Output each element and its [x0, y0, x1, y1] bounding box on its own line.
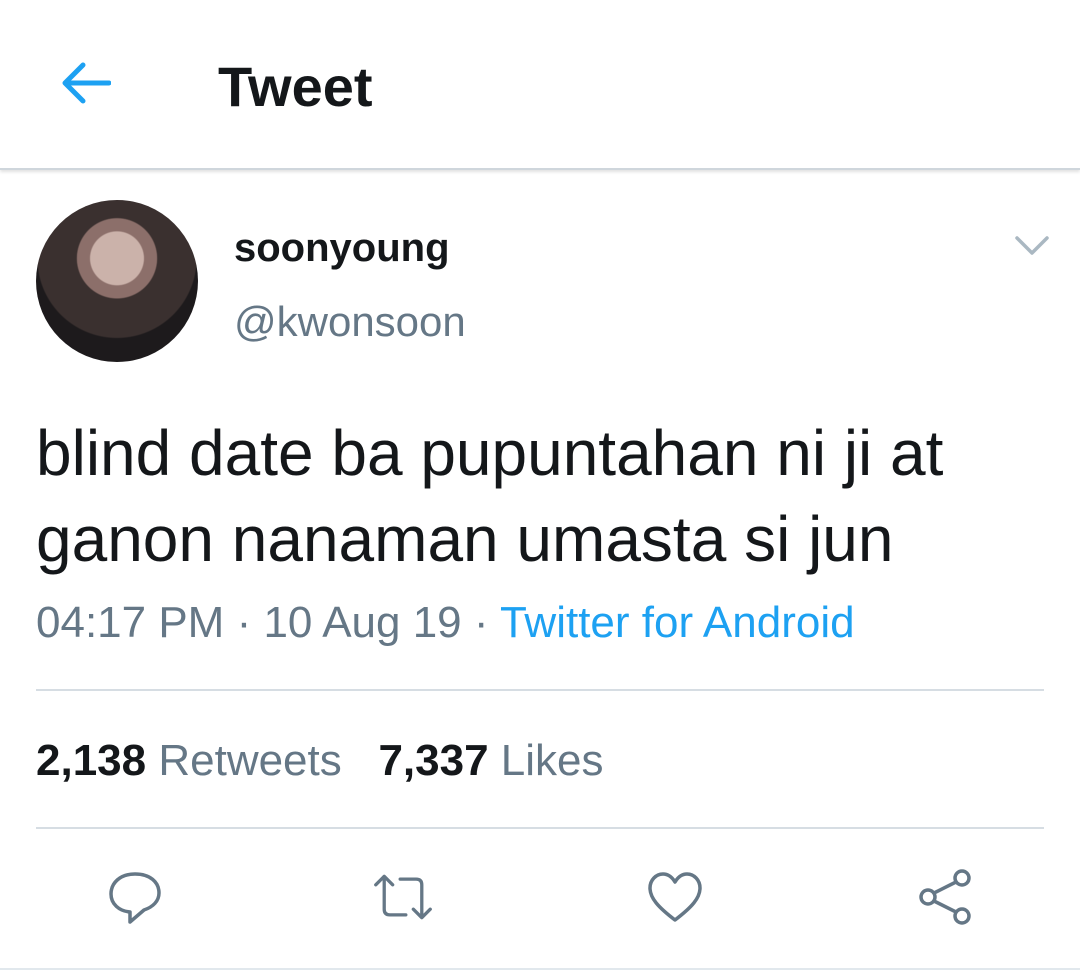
- likes-label: Likes: [500, 736, 604, 785]
- tweet-time: 04:17 PM: [36, 598, 225, 647]
- meta-separator: ·: [461, 598, 500, 647]
- back-arrow-icon[interactable]: [54, 52, 116, 114]
- retweets-stat[interactable]: 2,138 Retweets: [36, 736, 342, 785]
- tweet-stats: 2,138 Retweets 7,337 Likes: [36, 736, 604, 786]
- retweet-icon[interactable]: [372, 866, 434, 928]
- author-display-name[interactable]: soonyoung: [234, 226, 450, 271]
- retweets-label: Retweets: [158, 736, 342, 785]
- tweet-source-link[interactable]: Twitter for Android: [500, 598, 855, 647]
- tweet-text: blind date ba pupuntahan ni ji at ganon …: [36, 417, 944, 575]
- like-icon[interactable]: [644, 866, 706, 928]
- meta-separator: ·: [224, 598, 264, 647]
- author-handle[interactable]: @kwonsoon: [234, 298, 466, 346]
- share-icon[interactable]: [914, 866, 976, 928]
- page-title: Tweet: [218, 55, 373, 118]
- reply-icon[interactable]: [104, 866, 166, 928]
- tweet-date: 10 Aug 19: [263, 598, 462, 647]
- retweets-count: 2,138: [36, 736, 147, 785]
- likes-count: 7,337: [378, 736, 489, 785]
- chevron-down-icon[interactable]: [1008, 226, 1056, 266]
- likes-stat[interactable]: 7,337 Likes: [378, 736, 603, 785]
- bottom-divider: [0, 968, 1080, 970]
- tweet-meta: 04:17 PM · 10 Aug 19 · Twitter for Andro…: [36, 598, 855, 648]
- divider: [36, 689, 1044, 691]
- avatar[interactable]: [36, 200, 198, 362]
- top-app-bar: Tweet: [0, 0, 1080, 170]
- divider: [36, 827, 1044, 829]
